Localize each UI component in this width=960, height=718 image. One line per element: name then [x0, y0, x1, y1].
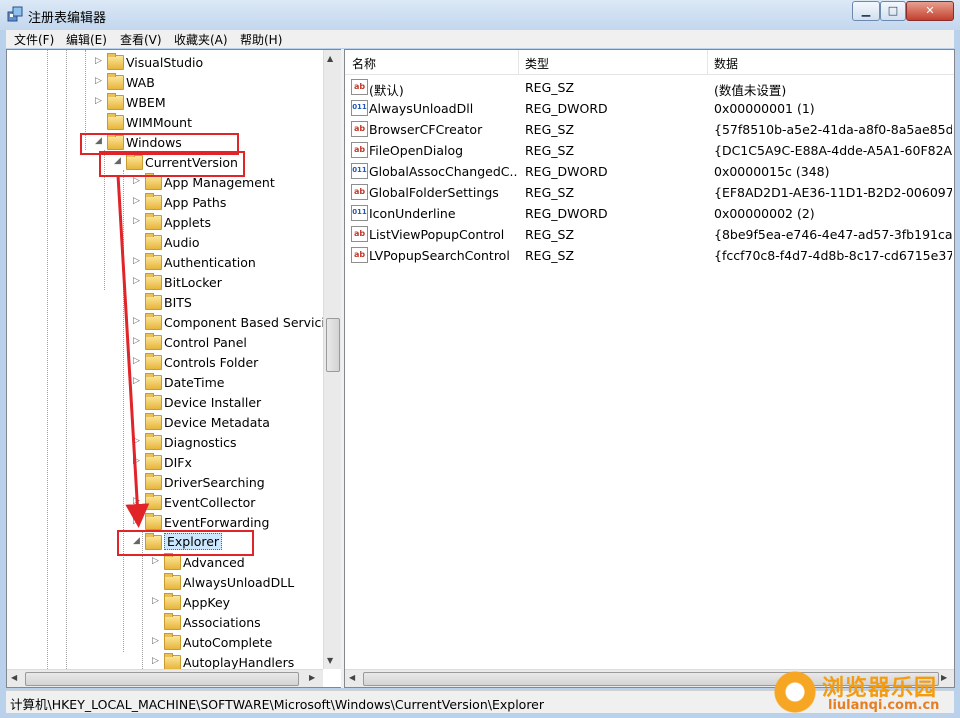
- tree-hscroll-thumb[interactable]: [25, 672, 299, 686]
- registry-value-row[interactable]: ab ListViewPopupControl REG_SZ {8be9f5ea-e7…: [345, 224, 954, 245]
- string-value-icon: ab: [351, 121, 368, 137]
- tree-horizontal-scrollbar[interactable]: ◀ ▶: [7, 669, 323, 687]
- value-name: FileOpenDialog: [369, 143, 464, 158]
- dword-value-icon: 011: [351, 100, 368, 116]
- menu-bar: 文件(F) 编辑(E) 查看(V) 收藏夹(A) 帮助(H): [6, 30, 954, 48]
- value-data: 0x0000015c (348): [714, 164, 830, 179]
- value-name: GlobalAssocChangedC...: [369, 164, 517, 179]
- title-bar[interactable]: 注册表编辑器 ▁ □ ✕: [0, 0, 960, 30]
- value-name: AlwaysUnloadDll: [369, 101, 474, 116]
- dword-value-icon: 011: [351, 205, 368, 221]
- close-button[interactable]: ✕: [906, 1, 954, 21]
- value-name: BrowserCFCreator: [369, 122, 483, 137]
- column-type[interactable]: 类型: [525, 55, 549, 72]
- registry-value-row[interactable]: 011 AlwaysUnloadDll REG_DWORD 0x00000001 (1…: [345, 98, 954, 119]
- menu-help[interactable]: 帮助(H): [240, 31, 282, 48]
- scroll-down-icon[interactable]: ▼: [327, 656, 333, 665]
- value-name: GlobalFolderSettings: [369, 185, 499, 200]
- column-data[interactable]: 数据: [714, 55, 738, 72]
- value-data: {fccf70c8-f4d7-4d8b-8c17-cd6715e37fff}: [714, 248, 952, 263]
- value-type: REG_DWORD: [525, 164, 608, 179]
- value-data: {57f8510b-a5e2-41da-a8f0-8a5ae85dfffd: [714, 122, 952, 137]
- menu-view[interactable]: 查看(V): [120, 31, 162, 48]
- value-type: REG_SZ: [525, 122, 575, 137]
- value-type: REG_SZ: [525, 227, 575, 242]
- dword-value-icon: 011: [351, 163, 368, 179]
- value-type: REG_SZ: [525, 185, 575, 200]
- value-data: {DC1C5A9C-E88A-4dde-A5A1-60F82A20A: [714, 143, 952, 158]
- scroll-right-icon[interactable]: ▶: [309, 673, 315, 682]
- column-divider[interactable]: [518, 50, 519, 74]
- value-type: REG_DWORD: [525, 206, 608, 221]
- value-data: (数值未设置): [714, 83, 787, 98]
- value-type: REG_DWORD: [525, 101, 608, 116]
- watermark-logo-icon: [773, 670, 817, 714]
- string-value-icon: ab: [351, 226, 368, 242]
- window-title: 注册表编辑器: [28, 11, 107, 26]
- tree-vertical-scrollbar[interactable]: ▲ ▼: [323, 50, 341, 669]
- registry-value-row[interactable]: ab BrowserCFCreator REG_SZ {57f8510b-a5e2-4…: [345, 119, 954, 140]
- value-name: (默认): [369, 83, 404, 98]
- registry-value-row[interactable]: ab FileOpenDialog REG_SZ {DC1C5A9C-E88A-4dd…: [345, 140, 954, 161]
- registry-value-row[interactable]: ab LVPopupSearchControl REG_SZ {fccf70c8-f4…: [345, 245, 954, 266]
- tree-scroll-thumb[interactable]: [326, 318, 340, 372]
- value-name: IconUnderline: [369, 206, 456, 221]
- red-arrow-icon: [116, 174, 150, 528]
- menu-file[interactable]: 文件(F): [14, 31, 54, 48]
- value-type: REG_SZ: [525, 80, 575, 95]
- value-type: REG_SZ: [525, 143, 575, 158]
- menu-favorites[interactable]: 收藏夹(A): [174, 31, 228, 48]
- watermark: 浏览器乐园 liulanqi.com.cn: [770, 666, 960, 718]
- status-key-path: 计算机\HKEY_LOCAL_MACHINE\SOFTWARE\Microsof…: [10, 697, 545, 712]
- scroll-up-icon[interactable]: ▲: [327, 54, 333, 63]
- scroll-left-icon[interactable]: ◀: [349, 673, 355, 682]
- string-value-icon: ab: [351, 142, 368, 158]
- registry-value-row[interactable]: ab GlobalFolderSettings REG_SZ {EF8AD2D1-AE…: [345, 182, 954, 203]
- registry-value-row[interactable]: 011 IconUnderline REG_DWORD 0x00000002 (2): [345, 203, 954, 224]
- string-value-icon: ab: [351, 79, 368, 95]
- string-value-icon: ab: [351, 184, 368, 200]
- maximize-button[interactable]: □: [880, 1, 906, 21]
- string-value-icon: ab: [351, 247, 368, 263]
- registry-value-row[interactable]: 011 GlobalAssocChangedC... REG_DWORD 0x0000…: [345, 161, 954, 182]
- value-data: 0x00000001 (1): [714, 101, 815, 116]
- registry-key-tree[interactable]: ▷ VisualStudio ▷ WAB ▷ WBEM WIMMount ◢ Windows ◢ C…: [6, 49, 342, 688]
- value-name: ListViewPopupControl: [369, 227, 505, 242]
- value-data: {EF8AD2D1-AE36-11D1-B2D2-006097DF8: [714, 185, 952, 200]
- menu-edit[interactable]: 编辑(E): [66, 31, 107, 48]
- watermark-subtitle: liulanqi.com.cn: [828, 698, 940, 713]
- registry-editor-window: 注册表编辑器 ▁ □ ✕ 文件(F) 编辑(E) 查看(V) 收藏夹(A) 帮助…: [0, 0, 960, 718]
- registry-value-row[interactable]: ab (默认) REG_SZ (数值未设置): [345, 77, 954, 98]
- minimize-button[interactable]: ▁: [852, 1, 880, 21]
- scroll-left-icon[interactable]: ◀: [11, 673, 17, 682]
- registry-editor-icon: [7, 6, 23, 22]
- column-divider[interactable]: [707, 50, 708, 74]
- value-name: LVPopupSearchControl: [369, 248, 510, 263]
- list-header: 名称 类型 数据: [345, 50, 954, 75]
- column-name[interactable]: 名称: [352, 55, 376, 72]
- registry-value-list[interactable]: 名称 类型 数据 ab (默认) REG_SZ (数值未设置) 011 AlwaysUnl…: [344, 49, 955, 688]
- value-data: 0x00000002 (2): [714, 206, 815, 221]
- value-data: {8be9f5ea-e746-4e47-ad57-3fb191ca1ee: [714, 227, 952, 242]
- value-type: REG_SZ: [525, 248, 575, 263]
